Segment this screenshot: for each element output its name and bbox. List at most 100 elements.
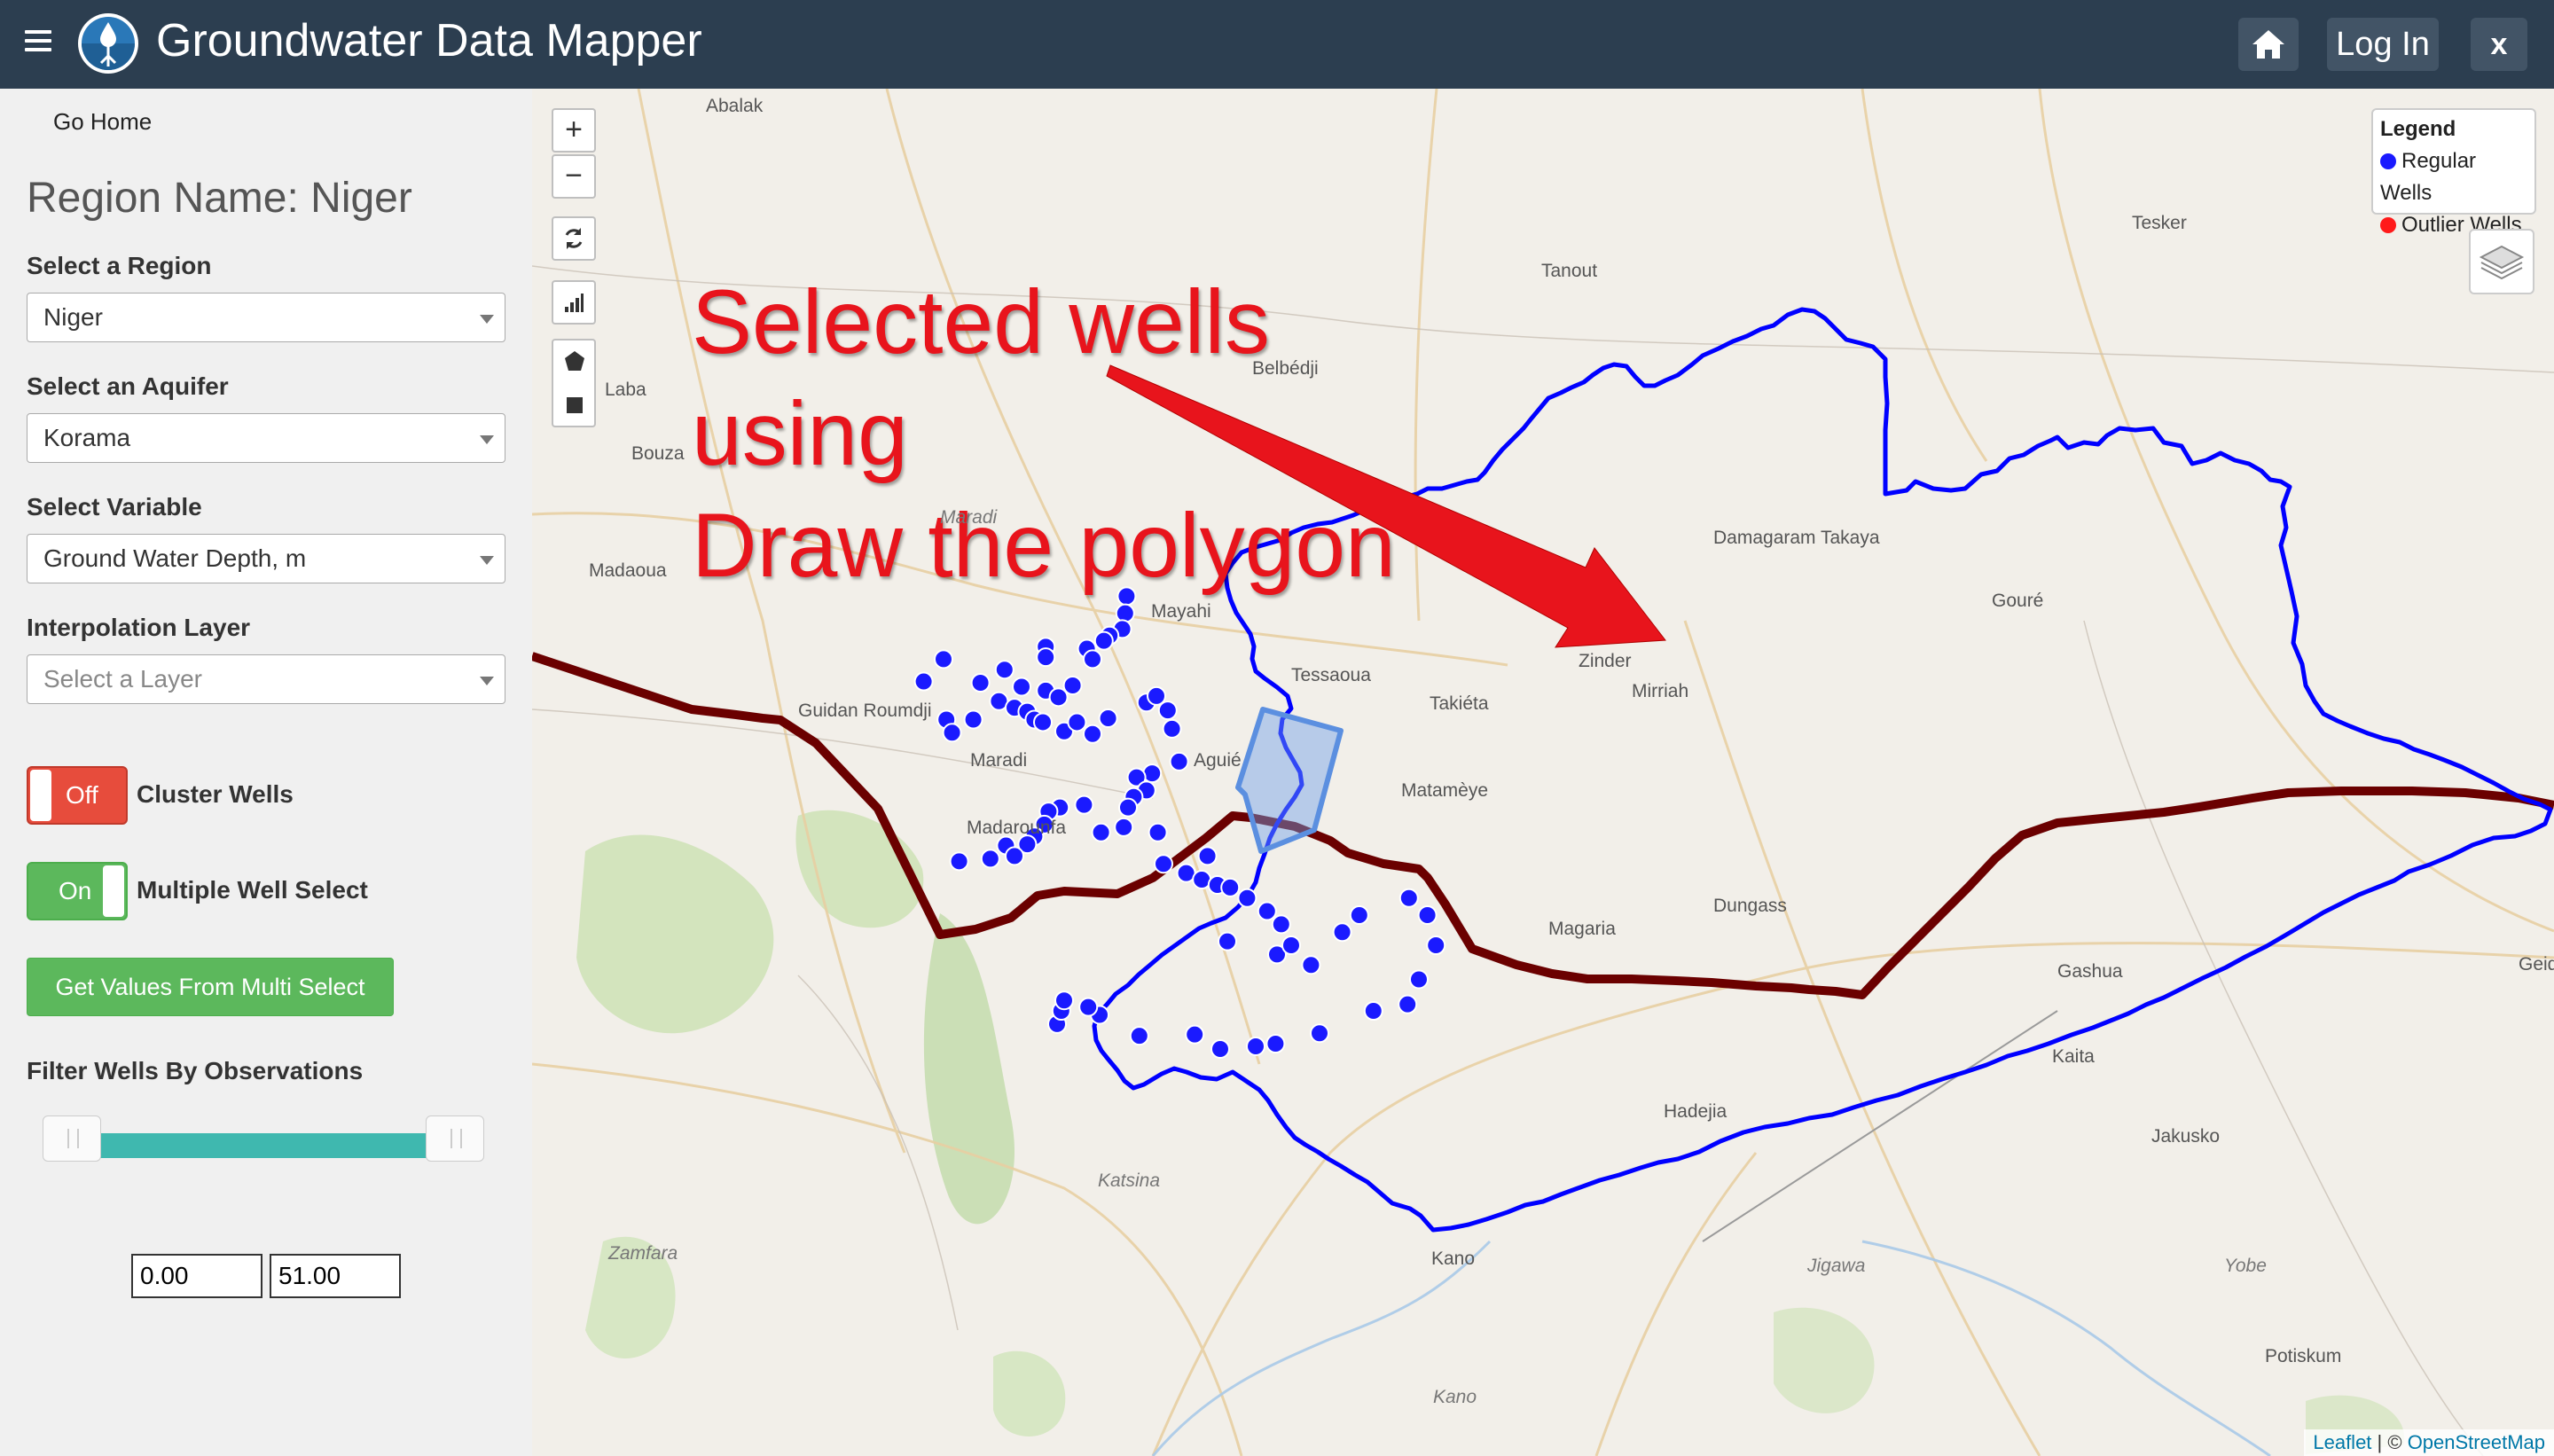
slider-max-handle[interactable] (426, 1115, 484, 1162)
well-marker[interactable] (1083, 649, 1102, 669)
draw-toolbar (552, 339, 596, 427)
well-marker[interactable] (1220, 877, 1241, 897)
well-marker[interactable] (1310, 1023, 1329, 1044)
region-name-heading: Region Name: Niger (27, 175, 412, 222)
attribution-sep: | © (2371, 1431, 2408, 1453)
well-marker[interactable] (1115, 603, 1135, 623)
well-marker[interactable] (1246, 1037, 1265, 1056)
region-select[interactable]: Niger (27, 293, 505, 342)
zoom-in-button[interactable]: + (552, 108, 596, 153)
well-marker[interactable] (1148, 822, 1168, 842)
well-marker[interactable] (1078, 997, 1099, 1017)
slider-min-handle[interactable] (43, 1115, 101, 1162)
close-button[interactable]: x (2471, 18, 2527, 71)
region-select-label: Select a Region (27, 252, 212, 279)
reset-view-button[interactable] (552, 216, 596, 261)
well-marker[interactable] (1074, 795, 1094, 815)
interpolation-select[interactable]: Select a Layer (27, 654, 505, 704)
map-view[interactable]: Selected wells using Draw the polygon Ab… (532, 89, 2554, 1456)
multiple-well-select-toggle[interactable]: On (27, 862, 128, 920)
hamburger-icon[interactable] (25, 30, 51, 57)
well-marker[interactable] (1157, 701, 1178, 721)
aquifer-select[interactable]: Korama (27, 413, 505, 463)
chevron-down-icon (480, 556, 494, 565)
well-marker[interactable] (942, 723, 962, 743)
chevron-down-icon (480, 435, 494, 444)
chart-button[interactable] (552, 280, 596, 325)
well-marker[interactable] (1054, 990, 1074, 1011)
cluster-wells-toggle[interactable]: Off (27, 766, 128, 825)
well-marker[interactable] (1012, 677, 1031, 697)
well-marker[interactable] (1185, 1024, 1205, 1045)
observation-max-input[interactable]: 51.00 (270, 1254, 401, 1298)
well-marker[interactable] (970, 673, 991, 693)
home-button[interactable] (2238, 18, 2299, 71)
slider-track (69, 1133, 477, 1158)
observation-min-input[interactable]: 0.00 (131, 1254, 262, 1298)
place-label: Maradi (970, 750, 1028, 771)
draw-rectangle-icon[interactable] (561, 392, 588, 419)
toggle-knob (103, 865, 124, 917)
variable-select[interactable]: Ground Water Depth, m (27, 534, 505, 583)
well-marker[interactable] (949, 851, 969, 872)
well-marker[interactable] (1048, 687, 1069, 708)
place-label: Magaria (1548, 919, 1616, 939)
well-marker[interactable] (1093, 630, 1114, 651)
well-marker[interactable] (1005, 846, 1024, 866)
refresh-icon (565, 228, 583, 249)
well-marker[interactable] (1301, 955, 1321, 975)
well-marker[interactable] (1129, 1026, 1149, 1046)
layers-button[interactable] (2469, 229, 2534, 294)
place-label: Belbédji (1252, 358, 1319, 379)
well-marker[interactable] (1409, 969, 1429, 990)
well-marker[interactable] (1417, 905, 1438, 925)
login-button[interactable]: Log In (2327, 18, 2439, 71)
well-marker[interactable] (1237, 888, 1257, 908)
chevron-down-icon (480, 677, 494, 685)
well-marker[interactable] (1218, 931, 1237, 951)
well-marker[interactable] (1398, 994, 1418, 1014)
well-marker[interactable] (1067, 712, 1087, 732)
well-marker[interactable] (1169, 751, 1189, 771)
well-marker[interactable] (963, 709, 983, 730)
well-marker[interactable] (1349, 905, 1369, 925)
well-marker[interactable] (1398, 888, 1419, 908)
bar-chart-icon (565, 294, 584, 312)
well-marker[interactable] (1083, 724, 1102, 744)
go-home-link[interactable]: Go Home (53, 108, 152, 136)
well-marker[interactable] (1118, 797, 1138, 818)
cluster-wells-label: Cluster Wells (137, 780, 294, 808)
well-marker[interactable] (1363, 1001, 1383, 1022)
osm-link[interactable]: OpenStreetMap (2408, 1431, 2545, 1453)
draw-polygon-icon[interactable] (561, 348, 588, 374)
well-marker[interactable] (994, 660, 1015, 680)
well-marker[interactable] (1426, 935, 1446, 956)
well-marker[interactable] (1154, 854, 1173, 874)
toggle-knob (30, 770, 51, 821)
place-label: Takiéta (1430, 693, 1489, 714)
observation-range-slider[interactable] (43, 1115, 486, 1163)
aquifer-select-label: Select an Aquifer (27, 372, 229, 400)
well-marker[interactable] (1332, 922, 1352, 943)
well-marker[interactable] (1091, 822, 1111, 842)
well-marker[interactable] (1281, 935, 1301, 956)
well-marker[interactable] (980, 849, 1000, 869)
well-marker[interactable] (1033, 712, 1053, 732)
well-marker[interactable] (1210, 1038, 1230, 1059)
zoom-out-button[interactable]: − (552, 154, 596, 199)
well-marker[interactable] (1197, 846, 1218, 866)
well-marker[interactable] (1257, 901, 1277, 921)
well-marker[interactable] (1036, 647, 1056, 668)
place-label: Geidam (2519, 954, 2554, 975)
well-marker[interactable] (1098, 708, 1118, 728)
leaflet-link[interactable]: Leaflet (2313, 1431, 2371, 1453)
well-marker[interactable] (1114, 817, 1134, 837)
place-label: Kaita (2052, 1046, 2095, 1067)
place-label: Tesker (2132, 213, 2187, 233)
well-marker[interactable] (1162, 718, 1182, 739)
get-values-button[interactable]: Get Values From Multi Select (27, 958, 394, 1016)
well-marker[interactable] (934, 649, 953, 669)
well-marker[interactable] (913, 671, 934, 692)
well-marker[interactable] (1271, 914, 1291, 935)
well-marker[interactable] (1265, 1034, 1286, 1054)
